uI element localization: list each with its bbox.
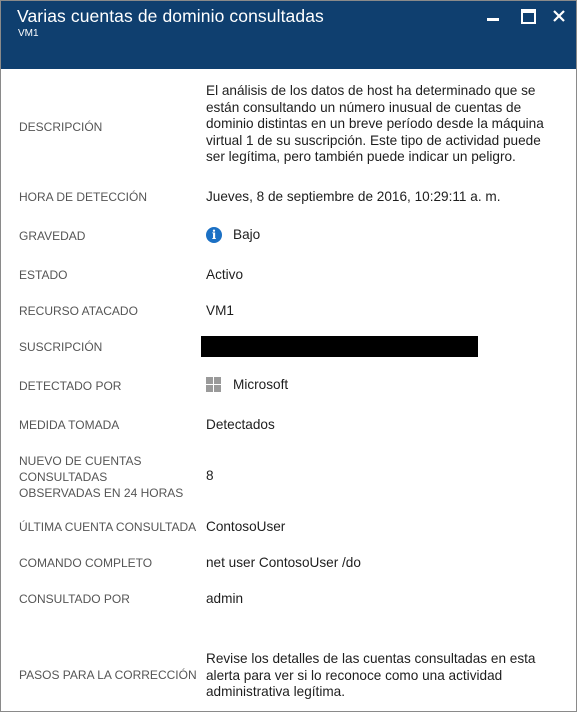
recurso-atacado-value: VM1: [206, 303, 234, 318]
comando-completo-value: net user ContosoUser /do: [206, 555, 361, 570]
pasos-correccion-label: PASOS PARA LA CORRECCIÓN: [19, 668, 197, 682]
ultima-cuenta-value: ContosoUser: [206, 519, 286, 534]
pasos-correccion-value: Revise los detalles de las cuentas consu…: [206, 651, 536, 699]
detectado-por-label: DETECTADO POR: [19, 379, 122, 393]
minimize-button[interactable]: [483, 5, 505, 27]
medida-tomada-value: Detectados: [206, 417, 275, 432]
descripcion-value: El análisis de los datos de host ha dete…: [206, 83, 544, 164]
ultima-cuenta-label: ÚLTIMA CUENTA CONSULTADA: [19, 520, 197, 534]
info-icon: i: [206, 227, 222, 243]
maximize-icon: [521, 9, 536, 24]
suscripcion-redacted: [201, 336, 478, 357]
maximize-button[interactable]: [518, 5, 540, 27]
close-icon: [553, 10, 565, 22]
windows-logo-icon: [206, 377, 222, 393]
consultado-por-value: admin: [206, 591, 244, 606]
close-button[interactable]: [549, 5, 571, 27]
cuentas-observadas-value: 8: [206, 468, 214, 483]
blade-header: Varias cuentas de dominio consultadas VM…: [1, 1, 576, 69]
medida-tomada-label: MEDIDA TOMADA: [19, 418, 120, 432]
descripcion-label: DESCRIPCIÓN: [19, 120, 103, 134]
blade-subtitle: VM1: [18, 28, 39, 39]
hora-deteccion-value: Jueves, 8 de septiembre de 2016, 10:29:1…: [206, 189, 501, 204]
recurso-atacado-label: RECURSO ATACADO: [19, 304, 138, 318]
gravedad-value: Bajo: [233, 227, 261, 242]
estado-label: ESTADO: [19, 268, 68, 282]
consultado-por-label: CONSULTADO POR: [19, 592, 130, 606]
alert-blade: Varias cuentas de dominio consultadas VM…: [0, 0, 577, 712]
cuentas-observadas-label: NUEVO DE CUENTAS CONSULTADAS OBSERVADAS …: [19, 454, 184, 500]
hora-deteccion-label: HORA DE DETECCIÓN: [19, 190, 148, 204]
estado-value: Activo: [206, 267, 244, 282]
suscripcion-label: SUSCRIPCIÓN: [19, 340, 103, 354]
gravedad-label: GRAVEDAD: [19, 229, 86, 243]
comando-completo-label: COMANDO COMPLETO: [19, 556, 153, 570]
minimize-icon: [487, 18, 499, 21]
blade-title: Varias cuentas de dominio consultadas: [17, 6, 324, 26]
detectado-por-value: Microsoft: [233, 377, 289, 392]
